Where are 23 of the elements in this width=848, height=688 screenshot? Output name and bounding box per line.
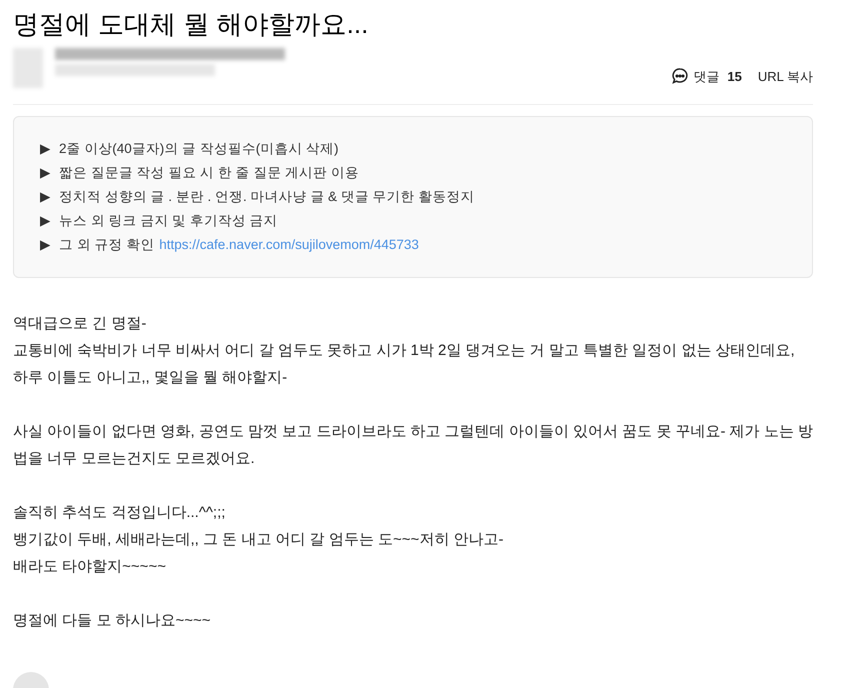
bullet-marker: ▶ bbox=[40, 212, 51, 230]
notice-text: 짧은 질문글 작성 필요 시 한 줄 질문 게시판 이용 bbox=[59, 164, 359, 182]
comment-button[interactable]: 댓글 15 bbox=[671, 66, 742, 86]
post-text: 뱅기값이 두배, 세배라는데,, 그 돈 내고 어디 갈 엄두는 도~~~저히 안나고- bbox=[13, 530, 504, 550]
notice-text: 정치적 성향의 글 . 분란 . 언쟁. 마녀사냥 글 & 댓글 무기한 활동정지 bbox=[59, 188, 474, 206]
notice-text: 뉴스 외 링크 금지 및 후기작성 금지 bbox=[59, 212, 278, 230]
post-title: 명절에 도대체 뭘 해야할까요... bbox=[13, 8, 370, 41]
post-text: 명절에 다들 모 하시나요~~~~ bbox=[13, 611, 212, 631]
post-text: 사실 아이들이 없다면 영화, 공연도 맘껏 보고 드라이브라도 하고 그럴텐데 아이들이 있어서 꿈도 못 꾸네요- 제가 노는 방법을 너무 모르는건지도 모르겠어요. bbox=[13, 422, 813, 469]
bullet-marker: ▶ bbox=[40, 140, 51, 158]
post-text: 솔직히 추석도 걱정입니다...^^;;; bbox=[13, 503, 226, 523]
notice-text: 그 외 규정 확인 bbox=[59, 236, 154, 254]
post-text: 배라도 타야할지~~~~~ bbox=[13, 557, 167, 577]
post-text: 교통비에 숙박비가 너무 비싸서 어디 갈 엄두도 못하고 시가 1박 2일 댕겨오는 거 말고 특별한 일정이 없는 상태인데요, 하루 이틀도 아니고,, 몇일을 뭘 해야할지- bbox=[13, 341, 796, 388]
bullet-marker: ▶ bbox=[40, 164, 51, 182]
comment-count: 15 bbox=[727, 68, 742, 86]
bullet-marker: ▶ bbox=[40, 188, 51, 206]
comment-label: 댓글 bbox=[693, 68, 720, 86]
notice-text: 2줄 이상(40글자)의 글 작성필수(미흡시 삭제) bbox=[59, 140, 339, 158]
url-copy-button[interactable]: URL 복사 bbox=[758, 66, 813, 86]
speech-bubble-icon bbox=[671, 67, 690, 86]
bullet-marker: ▶ bbox=[40, 236, 51, 254]
post-text: 역대급으로 긴 명절- bbox=[13, 314, 148, 334]
